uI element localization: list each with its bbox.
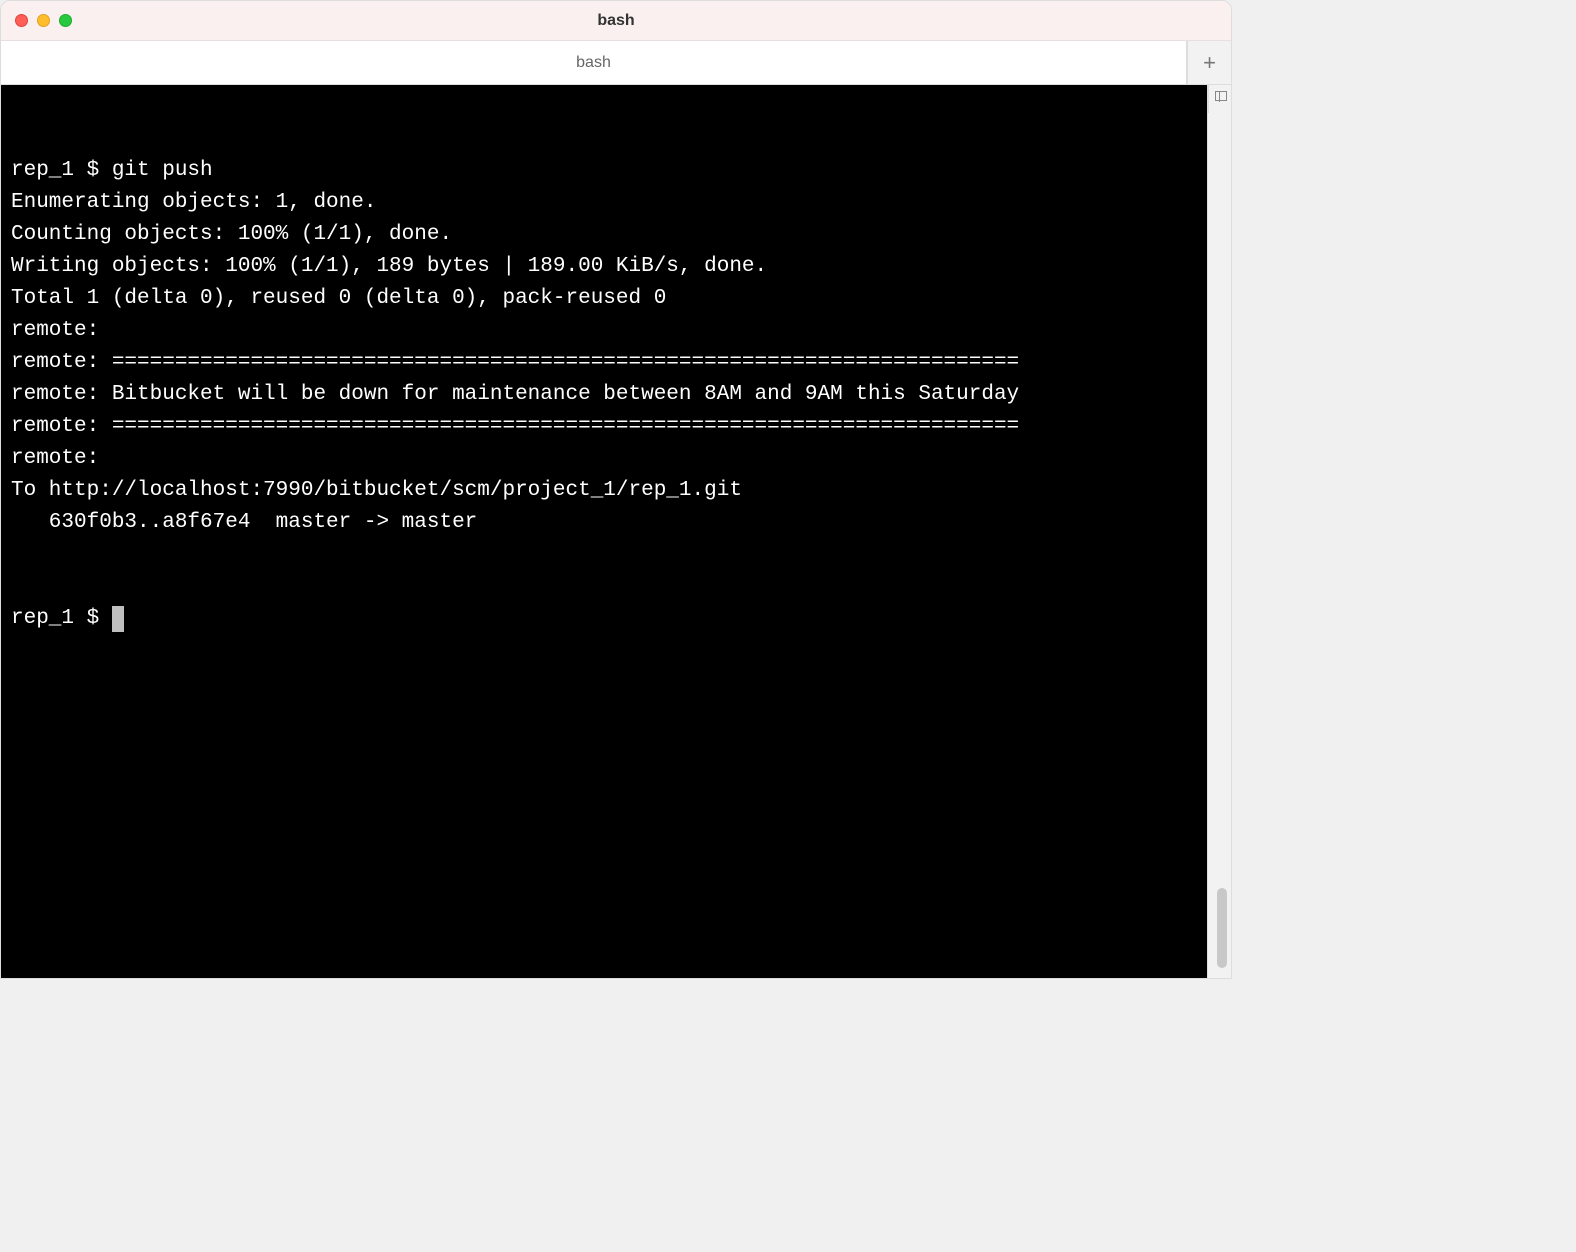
terminal-line: remote: ================================… (11, 347, 1197, 379)
titlebar: bash (1, 1, 1231, 41)
sidebar-toggle-button[interactable] (1208, 85, 1232, 113)
tab-label: bash (576, 54, 611, 72)
terminal-window: bash bash + rep_1 $ git pushEnumerating … (0, 0, 1232, 979)
cursor-icon (112, 606, 124, 632)
terminal-viewport[interactable]: rep_1 $ git pushEnumerating objects: 1, … (1, 85, 1207, 978)
panel-icon (1215, 91, 1227, 101)
terminal-wrap: rep_1 $ git pushEnumerating objects: 1, … (1, 85, 1231, 978)
window-title: bash (597, 12, 634, 30)
plus-icon: + (1203, 50, 1216, 76)
terminal-line: 630f0b3..a8f67e4 master -> master (11, 507, 1197, 539)
terminal-output: rep_1 $ git pushEnumerating objects: 1, … (11, 155, 1197, 539)
right-gutter (1207, 85, 1231, 978)
terminal-line: remote: Bitbucket will be down for maint… (11, 379, 1197, 411)
traffic-lights (1, 14, 72, 27)
terminal-line: Writing objects: 100% (1/1), 189 bytes |… (11, 251, 1197, 283)
terminal-line: remote: (11, 315, 1197, 347)
terminal-line: Counting objects: 100% (1/1), done. (11, 219, 1197, 251)
terminal-prompt-line: rep_1 $ (11, 603, 1197, 635)
terminal-line: Enumerating objects: 1, done. (11, 187, 1197, 219)
tab-bash[interactable]: bash (1, 41, 1187, 84)
terminal-line: remote: ================================… (11, 411, 1197, 443)
terminal-line: To http://localhost:7990/bitbucket/scm/p… (11, 475, 1197, 507)
terminal-line: Total 1 (delta 0), reused 0 (delta 0), p… (11, 283, 1197, 315)
maximize-button[interactable] (59, 14, 72, 27)
terminal-line: remote: (11, 443, 1197, 475)
terminal-prompt: rep_1 $ (11, 607, 112, 630)
scrollbar-thumb[interactable] (1217, 888, 1227, 968)
terminal-line: rep_1 $ git push (11, 155, 1197, 187)
new-tab-button[interactable]: + (1187, 41, 1231, 84)
close-button[interactable] (15, 14, 28, 27)
minimize-button[interactable] (37, 14, 50, 27)
tabbar: bash + (1, 41, 1231, 85)
